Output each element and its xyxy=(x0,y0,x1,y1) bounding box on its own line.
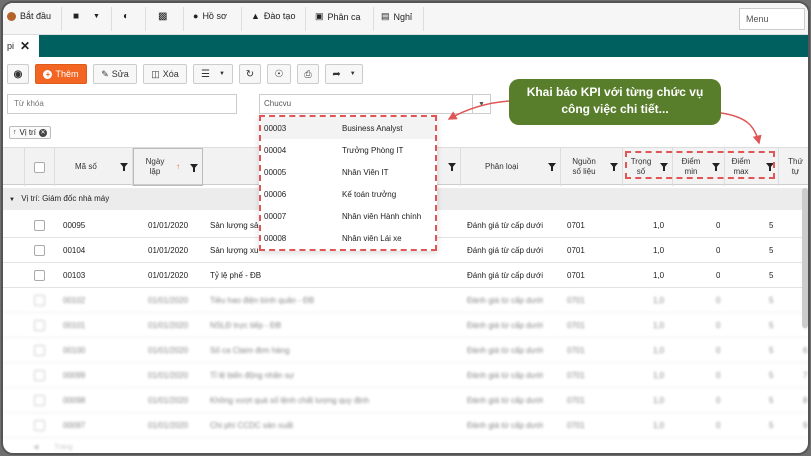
refresh-icon: ↻ xyxy=(245,68,255,80)
list-menu-button[interactable]: ☰ ▼ xyxy=(193,64,233,84)
nav-chart[interactable]: ▩ xyxy=(158,11,167,22)
nav-start[interactable]: Bắt đầu xyxy=(7,11,51,21)
refresh-button[interactable]: ↻ xyxy=(239,64,261,84)
header-order[interactable]: Thứ tự xyxy=(779,148,808,186)
cube-icon: ■ xyxy=(73,11,80,22)
dropdown-option[interactable]: 00003 Business Analyst xyxy=(261,117,435,139)
caret-down-icon[interactable]: ▼ xyxy=(472,95,490,113)
callout-bubble: Khai báo KPI với từng chức vụ công việc … xyxy=(509,79,721,125)
list-icon: ☰ xyxy=(201,68,210,80)
table-row[interactable]: 00098 01/01/2020 Không vượt quá số lệnh … xyxy=(3,388,808,413)
highlight-box xyxy=(625,151,775,179)
header-select-all[interactable] xyxy=(25,148,55,186)
filter-icon[interactable] xyxy=(190,164,198,172)
row-checkbox[interactable] xyxy=(34,420,45,431)
caret-down-icon: ▼ xyxy=(9,197,15,203)
table-row[interactable]: 00097 01/01/2020 Chi phí CCDC sản xuất Đ… xyxy=(3,413,808,438)
row-checkbox[interactable] xyxy=(34,370,45,381)
filter-icon[interactable] xyxy=(120,163,128,171)
share-button[interactable]: ➦ ▼ xyxy=(325,64,363,84)
pencil-icon: ✎ xyxy=(101,68,109,79)
filter-icon[interactable] xyxy=(548,163,556,171)
view-button[interactable]: ☉ xyxy=(267,64,291,84)
close-icon[interactable]: ✕ xyxy=(38,128,47,137)
position-select[interactable]: Chucvu ▼ xyxy=(259,94,491,114)
table-row[interactable]: 00101 01/01/2020 NSLĐ trực tiếp - ĐB Đán… xyxy=(3,313,808,338)
row-checkbox[interactable] xyxy=(34,270,45,281)
plus-circle-icon: + xyxy=(43,69,53,79)
bar-chart-icon: ▩ xyxy=(158,11,168,22)
nav-box-menu[interactable]: ■ ▼ xyxy=(73,11,100,22)
scrollbar[interactable] xyxy=(802,188,808,328)
trash-icon: ◫ xyxy=(151,68,160,79)
filter-chip-position[interactable]: ↑ Vị trí ✕ xyxy=(9,126,51,139)
chevron-up-icon: ↑ xyxy=(13,129,17,136)
dropdown-option[interactable]: 00005 Nhân Viên IT xyxy=(261,161,435,183)
row-checkbox[interactable] xyxy=(34,395,45,406)
caret-down-icon: ▼ xyxy=(93,13,100,20)
dropdown-option[interactable]: 00008 Nhân viên Lái xe xyxy=(261,227,435,249)
menu-search-input[interactable]: Menu xyxy=(739,8,805,30)
row-checkbox[interactable] xyxy=(34,295,45,306)
dropdown-option[interactable]: 00006 Kế toán trưởng xyxy=(261,183,435,205)
filter-icon[interactable] xyxy=(610,163,618,171)
table-row[interactable]: 00099 01/01/2020 Tỉ lệ biến động nhân sự… xyxy=(3,363,808,388)
caret-down-icon: ▼ xyxy=(349,71,356,77)
table-row[interactable]: 00100 01/01/2020 Số ca Claim đơn hàng Đá… xyxy=(3,338,808,363)
graduation-cap-icon: ▲ xyxy=(251,11,260,21)
binoculars-button[interactable]: ◉ xyxy=(7,64,29,84)
nav-profile[interactable]: ● Hồ sơ xyxy=(193,11,227,21)
id-card-icon: ▤ xyxy=(381,11,390,21)
filter-icon[interactable] xyxy=(448,163,456,171)
top-nav: Bắt đầu ■ ▼ ◐ ▩ ● Hồ sơ ▲ Đào tạo ▣ Phân… xyxy=(3,3,808,35)
close-icon[interactable]: ✕ xyxy=(20,39,30,53)
add-button[interactable]: + Thêm xyxy=(35,64,87,84)
binoculars-icon: ◉ xyxy=(13,68,23,80)
header-spacer xyxy=(3,148,25,186)
header-code[interactable]: Mã số xyxy=(55,148,133,186)
tab-kpi[interactable]: pi ✕ xyxy=(3,35,39,57)
printer-icon: ⎙ xyxy=(304,68,312,79)
header-source[interactable]: Nguồn số liệu xyxy=(561,148,623,186)
nav-assign[interactable]: ▣ Phân ca xyxy=(315,11,361,22)
sort-up-icon[interactable]: ↑ xyxy=(176,162,180,172)
tab-bar: pi ✕ xyxy=(3,35,808,57)
print-button[interactable]: ⎙ xyxy=(297,64,319,84)
share-icon: ➦ xyxy=(332,68,341,80)
table-row[interactable]: 00102 01/01/2020 Tiêu hao điện bình quân… xyxy=(3,288,808,313)
row-checkbox[interactable] xyxy=(34,245,45,256)
dropdown-option[interactable]: 00007 Nhân viên Hành chính xyxy=(261,205,435,227)
pager: ◀ Trang xyxy=(33,444,73,451)
eye-icon: ☉ xyxy=(274,68,284,80)
dropdown-option[interactable]: 00004 Trưởng Phòng IT xyxy=(261,139,435,161)
position-dropdown: 00003 Business Analyst 00004 Trưởng Phòn… xyxy=(259,115,437,251)
select-all-checkbox[interactable] xyxy=(34,161,45,173)
delete-button[interactable]: ◫ Xóa xyxy=(143,64,187,84)
app-window: Bắt đầu ■ ▼ ◐ ▩ ● Hồ sơ ▲ Đào tạo ▣ Phân… xyxy=(1,1,810,455)
nav-training[interactable]: ▲ Đào tạo xyxy=(251,11,295,21)
keyword-search-input[interactable]: Từ khóa xyxy=(7,94,237,114)
header-category[interactable]: Phân loại xyxy=(461,148,561,186)
header-date[interactable]: Ngày lập ↑ xyxy=(133,148,203,186)
table-row[interactable]: 00103 01/01/2020 Tỷ lệ phế - ĐB Đánh giá… xyxy=(3,263,808,288)
nav-leave[interactable]: ▤ Nghỉ xyxy=(381,11,412,22)
dashboard-icon: ◐ xyxy=(123,11,130,22)
home-icon xyxy=(7,11,16,21)
prev-icon[interactable]: ◀ xyxy=(33,444,38,451)
row-checkbox[interactable] xyxy=(34,320,45,331)
caret-down-icon: ▼ xyxy=(219,71,225,77)
row-checkbox[interactable] xyxy=(34,345,45,356)
arrow-to-columns xyxy=(720,112,762,145)
user-icon: ● xyxy=(193,11,199,21)
calendar-icon: ▣ xyxy=(315,11,324,21)
nav-dashboard[interactable]: ◐ xyxy=(123,11,129,22)
edit-button[interactable]: ✎ Sửa xyxy=(93,64,137,84)
row-checkbox[interactable] xyxy=(34,220,45,231)
